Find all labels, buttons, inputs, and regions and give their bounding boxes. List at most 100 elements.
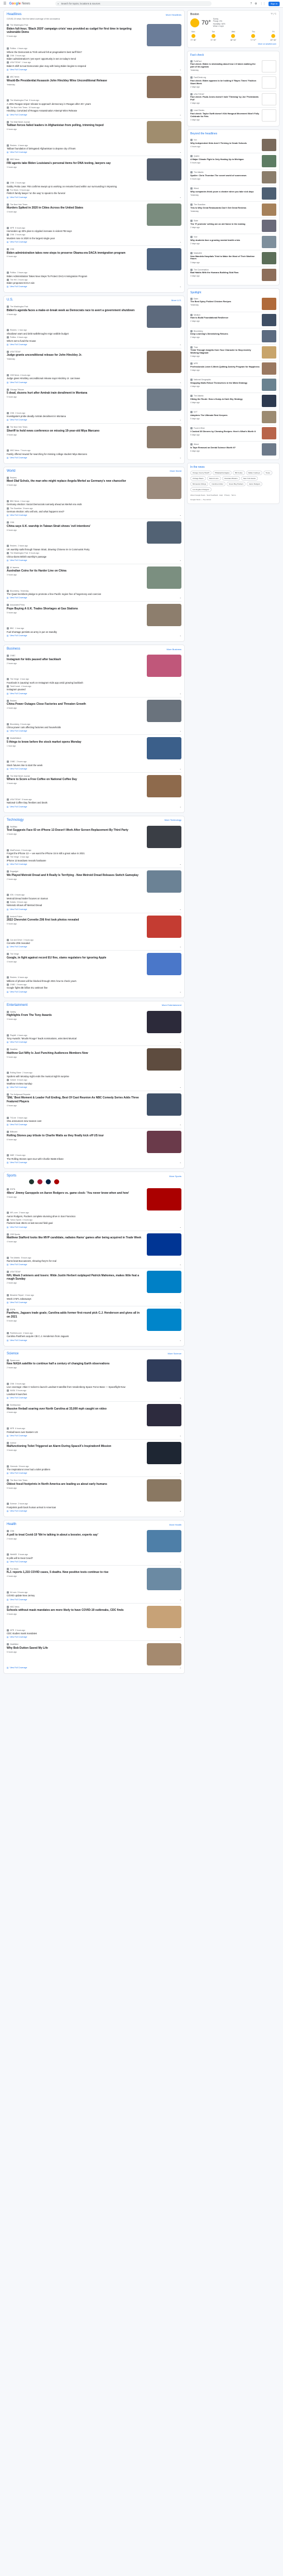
source-name[interactable]: CNN [10, 412, 14, 414]
sidebar-thumbnail[interactable] [262, 236, 276, 248]
story[interactable]: Al Jazeera Australian Coins for its Harde… [7, 564, 181, 602]
story-thumbnail[interactable] [147, 604, 181, 627]
story[interactable]: Associated Press Pope Buying A U.K. Trade… [7, 602, 181, 639]
source-name[interactable]: USA TODAY [10, 1271, 21, 1273]
related-headline[interactable]: Shutdown wars and debt walkthroughs reig… [7, 332, 181, 335]
source-name[interactable]: Bleacher Report [10, 1294, 24, 1296]
source-name[interactable]: The Washington Post [10, 306, 28, 308]
source-name[interactable]: NPR [10, 1629, 14, 1631]
story[interactable]: Variety Highlights From The Tony Awards 3 … [7, 1009, 181, 1047]
sidebar-thumbnail[interactable] [262, 76, 276, 89]
footer-line[interactable]: About Google News · Send feedback · Help… [190, 494, 276, 496]
source-name[interactable]: Healthline [10, 1643, 18, 1645]
source-name[interactable]: The Wall Street Journal [10, 121, 30, 123]
source-name[interactable]: Reuters [10, 976, 17, 979]
source-name[interactable]: Reuters [10, 144, 17, 147]
weather-unit-toggle[interactable]: °F | °C [271, 13, 276, 16]
full-coverage-link[interactable]: ▤ View Full Coverage [7, 1636, 181, 1638]
topic-chip[interactable]: Cleveland Browns [222, 476, 240, 481]
source-name[interactable]: CNBC [10, 984, 16, 986]
sidebar-headline[interactable]: Spoiler: Chris Thornton The secret world… [190, 175, 260, 177]
story[interactable]: Engadget We Played Metroid Dread and It R… [7, 868, 181, 913]
source-name[interactable]: Al Jazeera [10, 566, 19, 569]
story[interactable]: CNN Biden administration takes new steps … [7, 246, 181, 290]
expand-chevron-icon[interactable]: ⌄ [180, 1434, 181, 1437]
google-news-logo[interactable]: Google News [9, 2, 30, 6]
story-headline[interactable]: A poll to treat Covid-19 'We're talking … [7, 1533, 143, 1537]
source-name[interactable]: Reuters [10, 700, 17, 702]
story-thumbnail[interactable] [147, 953, 181, 976]
sidebar-thumbnail[interactable] [262, 109, 276, 122]
expand-chevron-icon[interactable]: ⌄ [180, 729, 181, 732]
section-more-link[interactable]: More Business [167, 648, 181, 651]
related-headline[interactable]: Landsat 9 launches [7, 1393, 181, 1396]
expand-chevron-icon[interactable]: ⌄ [180, 151, 181, 153]
related-headline[interactable]: German election: who will win, and what … [7, 510, 181, 513]
source-name[interactable]: CNN [10, 1383, 14, 1385]
full-coverage-link[interactable]: ▤ View Full Coverage [7, 1472, 181, 1474]
expand-chevron-icon[interactable]: ⌄ [180, 908, 181, 911]
sidebar-story[interactable]: Vox Why Independent Kids Aren't Thriving … [190, 137, 276, 153]
full-coverage-link[interactable]: ▤ View Full Coverage [7, 806, 181, 808]
related-headline[interactable]: Hinckley, Convicted of Reagan Assassinat… [7, 109, 181, 112]
source-name[interactable]: Food & Wine [194, 427, 205, 429]
story[interactable]: The Washington Post Biden full-hour, 'Bla… [7, 22, 181, 74]
source-name[interactable]: USA TODAY [10, 798, 21, 801]
section-title[interactable]: Entertainment [7, 1004, 27, 1007]
related-headline[interactable]: Packers beat 49ers on last-second field … [7, 1222, 181, 1224]
related-headline[interactable]: Biden's shift to tout Democratic plan ma… [7, 65, 181, 67]
source-name[interactable]: The Atlantic [194, 395, 204, 397]
source-name[interactable]: The Verge [10, 678, 19, 680]
story-headline[interactable]: Australian Coins for its Harder Line on … [7, 569, 143, 573]
expand-chevron-icon[interactable]: ⌄ [180, 1263, 181, 1266]
source-name[interactable]: WebMD [10, 1553, 17, 1556]
source-name[interactable]: The New York Times [10, 426, 27, 428]
story[interactable]: The Wall Street Journal Taliban forces fa… [7, 119, 181, 157]
sidebar-thumbnail[interactable] [262, 252, 276, 264]
related-headline[interactable]: Matthew review roundup [7, 1082, 181, 1085]
expand-chevron-icon[interactable]: ⌄ [180, 596, 181, 599]
expand-chevron-icon[interactable]: ⌄ [180, 240, 181, 243]
sidebar-story[interactable]: Time Think Through Insights from Your Cha… [190, 345, 276, 361]
related-headline[interactable]: The Inspiration4 crew had a toilet probl… [7, 1468, 181, 1471]
full-coverage-link[interactable]: ▤ View Full Coverage [7, 1041, 181, 1043]
source-name[interactable]: Billboard [10, 1131, 17, 1133]
section-more-link[interactable]: More World [170, 469, 181, 472]
story[interactable]: Android Police 2022 Chevrolet Corvette Z0… [7, 913, 181, 951]
expand-chevron-icon[interactable]: ⌄ [180, 1509, 181, 1512]
help-icon[interactable]: ? [251, 2, 252, 6]
story-thumbnail[interactable] [147, 476, 181, 499]
source-name[interactable]: MacRumors [10, 849, 20, 851]
story[interactable]: CBS Sports Matthew Stafford looks like MV… [7, 1231, 181, 1269]
source-name[interactable]: National Geographic [194, 379, 211, 381]
related-headline[interactable]: Fireball seen over Eastern US [7, 1431, 181, 1434]
story[interactable]: Chicago Tribune 5 dead, dozens hurt after… [7, 386, 181, 424]
expand-chevron-icon[interactable]: ⌄ [180, 1123, 181, 1126]
story-thumbnail[interactable] [147, 1308, 181, 1331]
source-name[interactable]: The Verge [10, 953, 19, 955]
story-headline[interactable]: Instagram for kids paused after backlash [7, 658, 143, 661]
story[interactable]: The Hollywood Reporter 'SNL' Best Moment … [7, 1091, 181, 1129]
sidebar-headline[interactable]: Fact check: Biden is misleading about ho… [190, 63, 260, 69]
forecast-day[interactable]: Fri 69° 58° [270, 31, 276, 41]
topic-chip[interactable]: Green Bay Packers [226, 482, 246, 487]
related-headline[interactable]: A 1981 Reagan sniper release to approach… [7, 103, 181, 105]
source-name[interactable]: Playbill [10, 1034, 16, 1037]
story[interactable]: Smithsonian Massive fireball soaring over… [7, 1402, 181, 1440]
sidebar-headline[interactable]: Fact check: Taylor Swift doesn't Kiki Ha… [190, 113, 260, 118]
expand-chevron-icon[interactable]: ⌄ [180, 1339, 181, 1342]
story-thumbnail[interactable] [147, 1643, 181, 1666]
sidebar-story[interactable]: PolitiFact Fact check: Biden is misleadin… [190, 59, 276, 75]
full-coverage-link[interactable]: ▤ View Full Coverage [7, 1667, 181, 1669]
expand-chevron-icon[interactable]: ⌄ [180, 1560, 181, 1563]
section-more-link[interactable]: More Science [168, 1352, 181, 1355]
source-name[interactable]: Fox News [10, 189, 18, 191]
related-headline[interactable]: Google fights $5 billion EU antitrust fi… [7, 986, 181, 989]
story-headline[interactable]: Oldest fossil footprints in North Americ… [7, 1483, 143, 1486]
sidebar-headline[interactable]: Fact check: Paula Jones doesn't hold 'Th… [190, 96, 260, 101]
source-name[interactable]: The Verge [10, 856, 19, 858]
story-headline[interactable]: 'SNL' Best Moment & Leader Full Ending, … [7, 1096, 143, 1103]
story[interactable]: NBC News FBI agents take Biden Louisiana'… [7, 156, 181, 201]
sidebar-headline[interactable]: Shopping Malls Retool Themselves in the … [190, 382, 260, 385]
full-coverage-link[interactable]: ▤ View Full Coverage [7, 343, 181, 346]
